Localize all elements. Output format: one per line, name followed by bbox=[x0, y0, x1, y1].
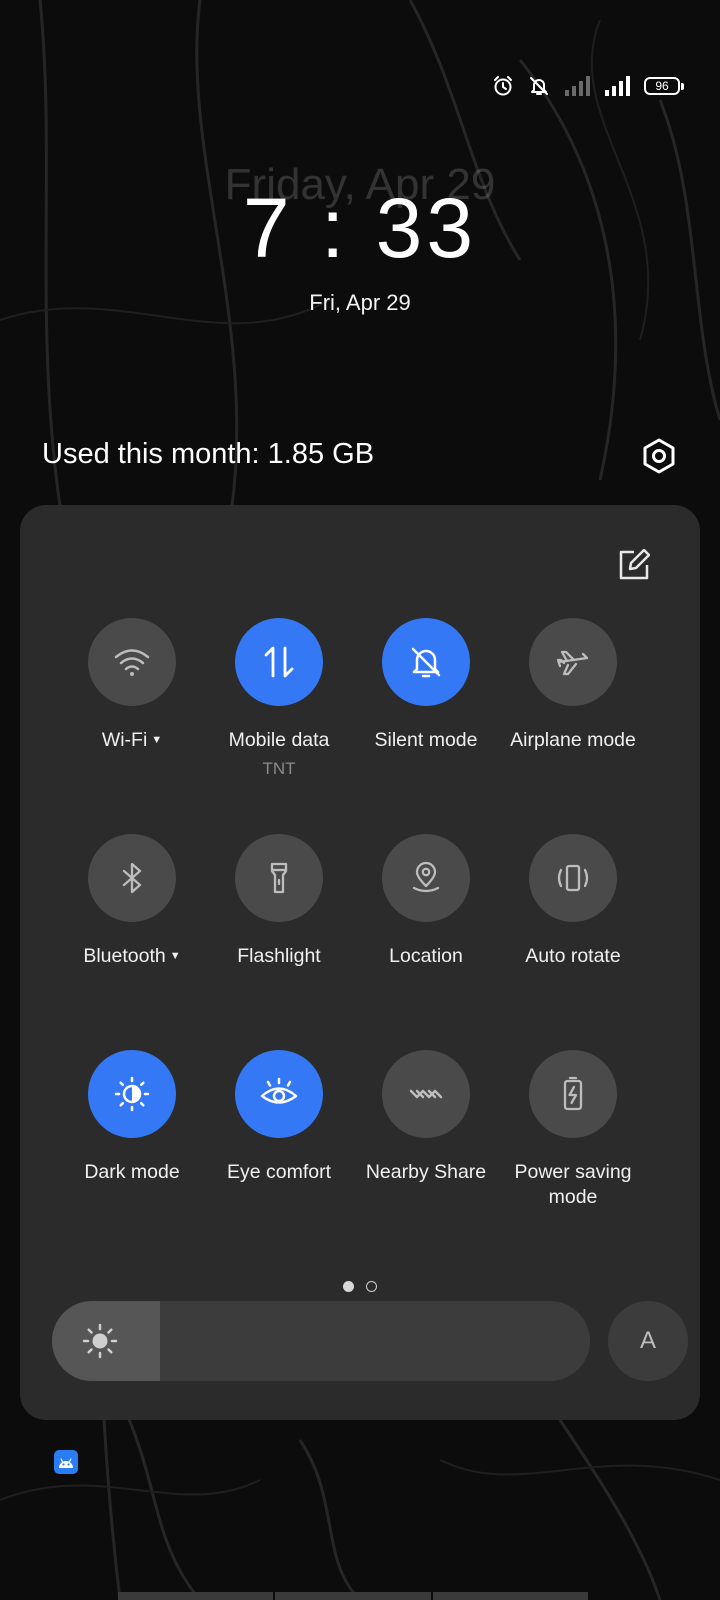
tile-dark-mode-circle[interactable] bbox=[88, 1050, 176, 1138]
page-dot-1[interactable] bbox=[343, 1281, 354, 1292]
auto-brightness-label: A bbox=[639, 1327, 656, 1354]
tile-dark-mode[interactable]: Dark mode bbox=[57, 1050, 207, 1185]
brightness-slider[interactable] bbox=[52, 1301, 590, 1381]
tile-mobile-data[interactable]: Mobile data TNT bbox=[204, 618, 354, 779]
battery-indicator: 96 bbox=[644, 77, 684, 95]
alarm-icon bbox=[494, 76, 512, 96]
tile-power-saving-mode[interactable]: Power saving mode bbox=[498, 1050, 648, 1210]
location-icon bbox=[412, 861, 440, 893]
tile-bluetooth[interactable]: Bluetooth ▼ bbox=[57, 834, 207, 969]
tile-eye-comfort[interactable]: Eye comfort bbox=[204, 1050, 354, 1185]
tile-auto-rotate[interactable]: Auto rotate bbox=[498, 834, 648, 969]
signal-strong-icon bbox=[605, 76, 630, 96]
tile-nearby-share-circle[interactable] bbox=[382, 1050, 470, 1138]
tile-power-saving-mode-circle[interactable] bbox=[529, 1050, 617, 1138]
wifi-icon bbox=[114, 649, 150, 676]
tile-eye-comfort-label: Eye comfort bbox=[226, 1161, 332, 1183]
tile-mobile-data-circle[interactable] bbox=[235, 618, 323, 706]
data-usage-text[interactable]: Used this month: 1.85 GB bbox=[42, 438, 374, 471]
tile-location-label: Location bbox=[389, 945, 463, 967]
tile-flashlight-circle[interactable] bbox=[235, 834, 323, 922]
wifi-dropdown-caret-icon[interactable]: ▼ bbox=[151, 735, 162, 746]
date[interactable]: Fri, Apr 29 bbox=[0, 290, 720, 316]
battery-level: 96 bbox=[655, 79, 669, 93]
notification-app-icon[interactable] bbox=[54, 1450, 78, 1474]
auto-brightness-button[interactable]: A bbox=[608, 1301, 688, 1381]
tile-wifi[interactable]: Wi-Fi ▼ bbox=[57, 618, 207, 753]
signal-weak-icon bbox=[565, 76, 590, 96]
tile-mobile-data-label: Mobile data bbox=[228, 729, 330, 751]
tile-eye-comfort-circle[interactable] bbox=[235, 1050, 323, 1138]
navigation-bar[interactable] bbox=[118, 1592, 588, 1600]
tile-airplane-mode[interactable]: Airplane mode bbox=[498, 618, 648, 753]
tile-bluetooth-label: Bluetooth bbox=[83, 945, 166, 967]
eye-icon bbox=[260, 1077, 298, 1104]
brightness-sun-icon bbox=[82, 1323, 118, 1359]
tile-location-circle[interactable] bbox=[382, 834, 470, 922]
tile-silent-mode-circle[interactable] bbox=[382, 618, 470, 706]
clock[interactable]: 7 : 33 bbox=[0, 180, 720, 277]
bluetooth-icon bbox=[122, 862, 142, 894]
tile-silent-mode[interactable]: Silent mode bbox=[351, 618, 501, 753]
tile-mobile-data-carrier: TNT bbox=[262, 759, 296, 778]
mobile-data-icon bbox=[264, 646, 294, 678]
nav-segment[interactable] bbox=[275, 1592, 431, 1600]
quick-settings-panel: Wi-Fi ▼ Mobile data TNT Silent mode Airp… bbox=[20, 505, 700, 1420]
tile-bluetooth-circle[interactable] bbox=[88, 834, 176, 922]
tile-dark-mode-label: Dark mode bbox=[84, 1161, 180, 1183]
battery-saver-icon bbox=[563, 1076, 583, 1111]
tile-auto-rotate-circle[interactable] bbox=[529, 834, 617, 922]
nav-segment[interactable] bbox=[118, 1592, 274, 1600]
tile-location[interactable]: Location bbox=[351, 834, 501, 969]
bluetooth-dropdown-caret-icon[interactable]: ▼ bbox=[170, 951, 181, 962]
dark-mode-icon bbox=[114, 1076, 150, 1112]
bell-off-icon bbox=[530, 77, 548, 95]
tile-silent-mode-label: Silent mode bbox=[374, 729, 478, 751]
bell-off-icon bbox=[411, 647, 441, 678]
tile-flashlight[interactable]: Flashlight bbox=[204, 834, 354, 969]
nav-segment[interactable] bbox=[432, 1592, 588, 1600]
edit-button[interactable] bbox=[616, 547, 652, 583]
nearby-share-icon bbox=[409, 1089, 443, 1099]
tile-airplane-mode-circle[interactable] bbox=[529, 618, 617, 706]
tile-nearby-share[interactable]: Nearby Share bbox=[351, 1050, 501, 1185]
settings-button[interactable] bbox=[638, 435, 680, 477]
tile-power-saving-mode-label: Power saving mode bbox=[514, 1161, 632, 1208]
tile-auto-rotate-label: Auto rotate bbox=[525, 945, 621, 967]
tile-nearby-share-label: Nearby Share bbox=[365, 1161, 487, 1183]
status-bar: 96 bbox=[492, 72, 684, 100]
tile-wifi-label-row: Wi-Fi ▼ bbox=[102, 728, 162, 753]
tile-flashlight-label: Flashlight bbox=[237, 945, 321, 967]
edit-icon bbox=[619, 549, 650, 580]
tile-airplane-mode-label: Airplane mode bbox=[510, 729, 636, 751]
page-dot-2[interactable] bbox=[366, 1281, 377, 1292]
flashlight-icon bbox=[270, 862, 288, 894]
tile-wifi-label: Wi-Fi bbox=[101, 729, 148, 751]
tile-wifi-circle[interactable] bbox=[88, 618, 176, 706]
tile-bluetooth-label-row: Bluetooth ▼ bbox=[83, 944, 180, 969]
page-indicator bbox=[20, 1281, 700, 1292]
auto-rotate-icon bbox=[557, 864, 589, 892]
android-icon bbox=[59, 1458, 73, 1468]
settings-hex-icon bbox=[643, 438, 675, 474]
airplane-icon bbox=[556, 650, 589, 676]
